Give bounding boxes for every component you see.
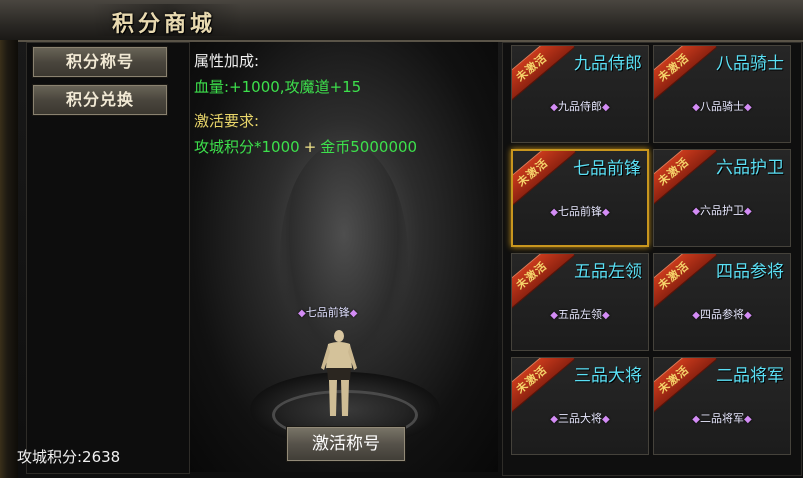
gem-icon: ◆	[602, 310, 610, 321]
card-title: 六品护卫	[716, 158, 784, 178]
card-title: 七品前锋	[573, 159, 641, 179]
title-card-six[interactable]: 未激活 六品护卫 ◆六品护卫◆	[653, 149, 791, 247]
card-title: 八品骑士	[716, 54, 784, 74]
gem-icon: ◆	[692, 102, 700, 113]
gem-icon: ◆	[550, 207, 558, 218]
title-bar: 积分商城	[0, 0, 803, 42]
card-title-badge: ◆七品前锋◆	[513, 203, 647, 219]
preview-title-badge: ◆七品前锋◆	[298, 304, 357, 320]
attribute-bonus-value: 血量:+1000,攻魔道+15	[194, 78, 362, 96]
title-card-two[interactable]: 未激活 二品将军 ◆二品将军◆	[653, 357, 791, 455]
card-badge-text: 五品左领	[558, 308, 602, 321]
card-title-badge: ◆四品参将◆	[654, 306, 790, 322]
card-badge-text: 二品将军	[700, 412, 744, 425]
left-border-decoration	[0, 40, 18, 478]
gem-icon: ◆	[692, 206, 700, 217]
title-card-four[interactable]: 未激活 四品参将 ◆四品参将◆	[653, 253, 791, 351]
card-title-badge: ◆二品将军◆	[654, 410, 790, 426]
gem-icon: ◆	[602, 414, 610, 425]
gem-icon: ◆	[744, 414, 752, 425]
title-card-three[interactable]: 未激活 三品大将 ◆三品大将◆	[511, 357, 649, 455]
siege-points-readout: 攻城积分:2638	[17, 448, 121, 466]
gem-icon: ◆	[744, 206, 752, 217]
title-grid: 未激活 九品侍郎 ◆九品侍郎◆ 未激活 八品骑士 ◆八品骑士◆ 未激活 七品前锋…	[502, 42, 802, 476]
gem-icon: ◆	[349, 308, 358, 319]
card-title-badge: ◆五品左领◆	[512, 306, 648, 322]
gem-icon: ◆	[602, 102, 610, 113]
card-title: 四品参将	[716, 262, 784, 282]
gem-icon: ◆	[550, 414, 558, 425]
sidebar-item-points-title[interactable]: 积分称号	[32, 46, 168, 78]
card-title: 五品左领	[574, 262, 642, 282]
preview-title-text: 七品前锋	[305, 306, 350, 319]
activate-title-button[interactable]: 激活称号	[286, 426, 406, 462]
card-title: 三品大将	[574, 366, 642, 386]
gem-icon: ◆	[550, 102, 558, 113]
card-badge-text: 六品护卫	[700, 204, 744, 217]
title-detail-panel: 属性加成: 血量:+1000,攻魔道+15 激活要求: 攻城积分*1000 + 金币…	[190, 42, 498, 472]
card-badge-text: 八品骑士	[700, 100, 744, 113]
card-title-badge: ◆六品护卫◆	[654, 202, 790, 218]
gem-icon: ◆	[298, 308, 306, 319]
window-title: 积分商城	[112, 12, 217, 37]
gem-icon: ◆	[602, 207, 610, 218]
card-title: 九品侍郎	[574, 54, 642, 74]
requirement-points: 攻城积分*1000	[194, 138, 300, 156]
title-card-seven-selected[interactable]: 未激活 七品前锋 ◆七品前锋◆	[511, 149, 649, 247]
sidebar-item-points-exchange[interactable]: 积分兑换	[32, 84, 168, 116]
card-badge-text: 九品侍郎	[558, 100, 602, 113]
attribute-bonus-heading: 属性加成:	[194, 52, 260, 70]
activation-requirement-heading: 激活要求:	[194, 112, 260, 130]
title-card-five[interactable]: 未激活 五品左领 ◆五品左领◆	[511, 253, 649, 351]
gem-icon: ◆	[692, 414, 700, 425]
card-title-badge: ◆三品大将◆	[512, 410, 648, 426]
card-badge-text: 七品前锋	[558, 205, 602, 218]
gem-icon: ◆	[550, 310, 558, 321]
title-card-nine[interactable]: 未激活 九品侍郎 ◆九品侍郎◆	[511, 45, 649, 143]
points-shop-window: 积分商城 积分称号 积分兑换 属性加成: 血量:+1000,攻魔道+15 激活要…	[0, 0, 803, 478]
requirement-gold: 金币5000000	[320, 138, 418, 156]
gem-icon: ◆	[692, 310, 700, 321]
card-title: 二品将军	[716, 366, 784, 386]
gem-icon: ◆	[744, 310, 752, 321]
title-card-eight[interactable]: 未激活 八品骑士 ◆八品骑士◆	[653, 45, 791, 143]
card-title-badge: ◆八品骑士◆	[654, 98, 790, 114]
character-model	[321, 330, 357, 416]
card-badge-text: 三品大将	[558, 412, 602, 425]
activation-requirement-value: 攻城积分*1000 + 金币5000000	[194, 136, 417, 157]
card-badge-text: 四品参将	[700, 308, 744, 321]
requirement-plus: +	[303, 138, 317, 156]
card-title-badge: ◆九品侍郎◆	[512, 98, 648, 114]
gem-icon: ◆	[744, 102, 752, 113]
